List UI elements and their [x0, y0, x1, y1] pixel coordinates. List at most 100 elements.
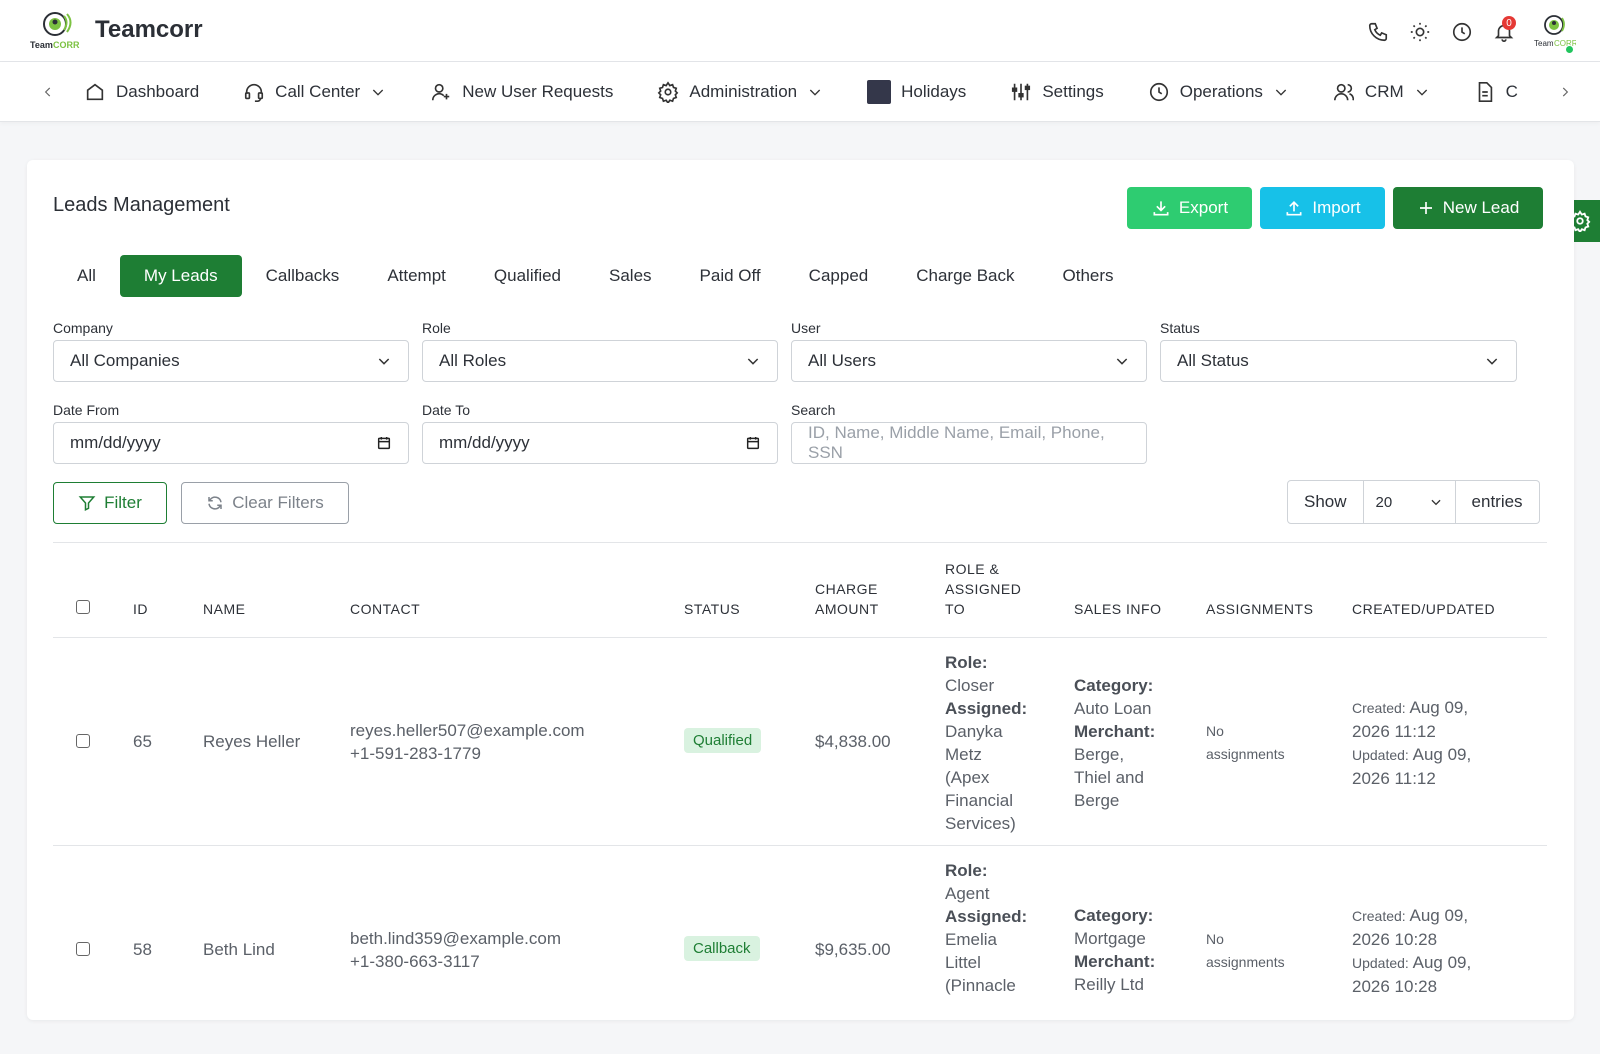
- header-status[interactable]: STATUS: [684, 599, 740, 619]
- category-key: Category:: [1074, 676, 1154, 695]
- search-input[interactable]: ID, Name, Middle Name, Email, Phone, SSN: [791, 422, 1147, 464]
- download-icon: [1153, 201, 1169, 216]
- chevron-down-icon: [1430, 499, 1441, 506]
- header-assignments[interactable]: ASSIGNMENTS: [1206, 599, 1313, 619]
- chevron-down-icon: [378, 358, 390, 365]
- tab-all[interactable]: All: [53, 255, 120, 297]
- nav-holidays[interactable]: Holidays: [867, 80, 966, 104]
- filter-button[interactable]: Filter: [53, 482, 167, 524]
- tab-my-leads[interactable]: My Leads: [119, 255, 242, 297]
- header-name[interactable]: NAME: [203, 599, 245, 619]
- nav-c[interactable]: C: [1474, 81, 1518, 103]
- category-key: Category:: [1074, 906, 1154, 925]
- date-from-input[interactable]: mm/dd/yyyy: [53, 422, 409, 464]
- nav-administration-label: Administration: [689, 82, 798, 101]
- date-to-input[interactable]: mm/dd/yyyy: [422, 422, 778, 464]
- nav-scroll-right-icon[interactable]: [1553, 80, 1577, 104]
- nav-settings[interactable]: Settings: [1010, 81, 1104, 103]
- header-sales-info[interactable]: SALES INFO: [1074, 599, 1161, 619]
- table-row[interactable]: 58 Beth Lind beth.lind359@example.com +1…: [53, 846, 1547, 1054]
- row-phone[interactable]: +1-591-283-1779: [350, 742, 585, 765]
- user-plus-icon: [432, 83, 450, 101]
- row-contact: reyes.heller507@example.com +1-591-283-1…: [350, 719, 585, 765]
- row-id: 65: [133, 732, 152, 751]
- header-id[interactable]: ID: [133, 599, 148, 619]
- clock-icon[interactable]: [1448, 18, 1476, 46]
- nav-call-center[interactable]: Call Center: [243, 81, 386, 103]
- role-key: Role:: [945, 653, 988, 672]
- company-select[interactable]: All Companies: [53, 340, 409, 382]
- user-select[interactable]: All Users: [791, 340, 1147, 382]
- nav-crm[interactable]: CRM: [1333, 81, 1430, 103]
- row-email[interactable]: beth.lind359@example.com: [350, 927, 561, 950]
- nav-dashboard-label: Dashboard: [116, 82, 200, 101]
- app-logo[interactable]: Team CORR: [28, 10, 82, 52]
- row-sales-info: Category: Mortgage Merchant: Reilly Ltd: [1074, 904, 1155, 996]
- date-from-value: mm/dd/yyyy: [70, 433, 161, 452]
- header-role-assigned[interactable]: ROLE & ASSIGNED TO: [945, 559, 1021, 619]
- clear-filters-label: Clear Filters: [232, 493, 324, 512]
- header-contact[interactable]: CONTACT: [350, 599, 420, 619]
- clear-filters-button[interactable]: Clear Filters: [181, 482, 349, 524]
- assigned-line-3: (Apex: [945, 768, 990, 787]
- user-label: User: [791, 320, 821, 336]
- merchant-line-1: Berge,: [1074, 745, 1125, 764]
- header-charge-amount[interactable]: CHARGE AMOUNT: [815, 579, 879, 619]
- status-select[interactable]: All Status: [1160, 340, 1517, 382]
- header-role-line-1: ROLE &: [945, 561, 1000, 577]
- row-email[interactable]: reyes.heller507@example.com: [350, 719, 585, 742]
- row-name[interactable]: Beth Lind: [203, 938, 275, 961]
- table-header: ID NAME CONTACT STATUS CHARGE AMOUNT ROL…: [53, 542, 1547, 638]
- tab-sales[interactable]: Sales: [585, 255, 676, 297]
- chevron-down-icon: [1116, 358, 1128, 365]
- row-checkbox[interactable]: [76, 734, 90, 748]
- phone-icon[interactable]: [1364, 18, 1392, 46]
- row-name[interactable]: Reyes Heller: [203, 730, 300, 753]
- entries-show-label: Show: [1287, 480, 1364, 524]
- online-status-dot: [1565, 45, 1574, 54]
- new-lead-button[interactable]: New Lead: [1393, 187, 1543, 229]
- nav-operations[interactable]: Operations: [1148, 81, 1289, 103]
- select-all-checkbox[interactable]: [76, 600, 90, 614]
- import-button[interactable]: Import: [1260, 187, 1385, 229]
- nav-scroll-left-icon[interactable]: [36, 80, 60, 104]
- assigned-line-1: Emelia: [945, 930, 997, 949]
- date-from-label: Date From: [53, 402, 120, 418]
- header-role-line-3: TO: [945, 601, 966, 617]
- export-button[interactable]: Export: [1127, 187, 1252, 229]
- row-checkbox[interactable]: [76, 942, 90, 956]
- nav-new-user-requests[interactable]: New User Requests: [430, 81, 613, 103]
- tab-qualified[interactable]: Qualified: [470, 255, 585, 297]
- category-value: Auto Loan: [1074, 699, 1152, 718]
- main-nav: Dashboard Call Center New User Requests …: [0, 62, 1600, 122]
- tab-paid-off[interactable]: Paid Off: [676, 255, 785, 297]
- header-created-updated[interactable]: CREATED/UPDATED: [1352, 599, 1495, 619]
- table-row[interactable]: 65 Reyes Heller reyes.heller507@example.…: [53, 638, 1547, 846]
- tab-capped[interactable]: Capped: [785, 255, 893, 297]
- sun-icon[interactable]: [1406, 18, 1434, 46]
- category-value: Mortgage: [1074, 929, 1146, 948]
- user-avatar[interactable]: Team CORR: [1532, 10, 1578, 54]
- nav-administration[interactable]: Administration: [657, 81, 823, 103]
- tab-attempt[interactable]: Attempt: [363, 255, 470, 297]
- chevron-down-icon: [1416, 89, 1427, 96]
- tab-callbacks[interactable]: Callbacks: [242, 255, 364, 297]
- nav-settings-label: Settings: [1042, 82, 1104, 101]
- nav-c-label: C: [1505, 82, 1518, 101]
- company-label: Company: [53, 320, 113, 336]
- role-select[interactable]: All Roles: [422, 340, 778, 382]
- date-to-value: mm/dd/yyyy: [439, 433, 530, 452]
- row-phone[interactable]: +1-380-663-3117: [350, 950, 561, 973]
- created-line-2: 2026 10:28: [1352, 930, 1438, 949]
- new-lead-label: New Lead: [1442, 198, 1520, 217]
- svg-text:Team: Team: [1534, 39, 1554, 48]
- bell-icon[interactable]: 0: [1490, 16, 1518, 46]
- merchant-line-2: Thiel and: [1074, 768, 1144, 787]
- calendar-icon: [746, 437, 760, 450]
- tab-others[interactable]: Others: [1039, 255, 1138, 297]
- row-contact: beth.lind359@example.com +1-380-663-3117: [350, 927, 561, 973]
- nav-dashboard[interactable]: Dashboard: [84, 81, 199, 103]
- entries-select[interactable]: 20: [1363, 480, 1456, 524]
- tab-charge-back[interactable]: Charge Back: [892, 255, 1038, 297]
- role-value: Closer: [945, 676, 995, 695]
